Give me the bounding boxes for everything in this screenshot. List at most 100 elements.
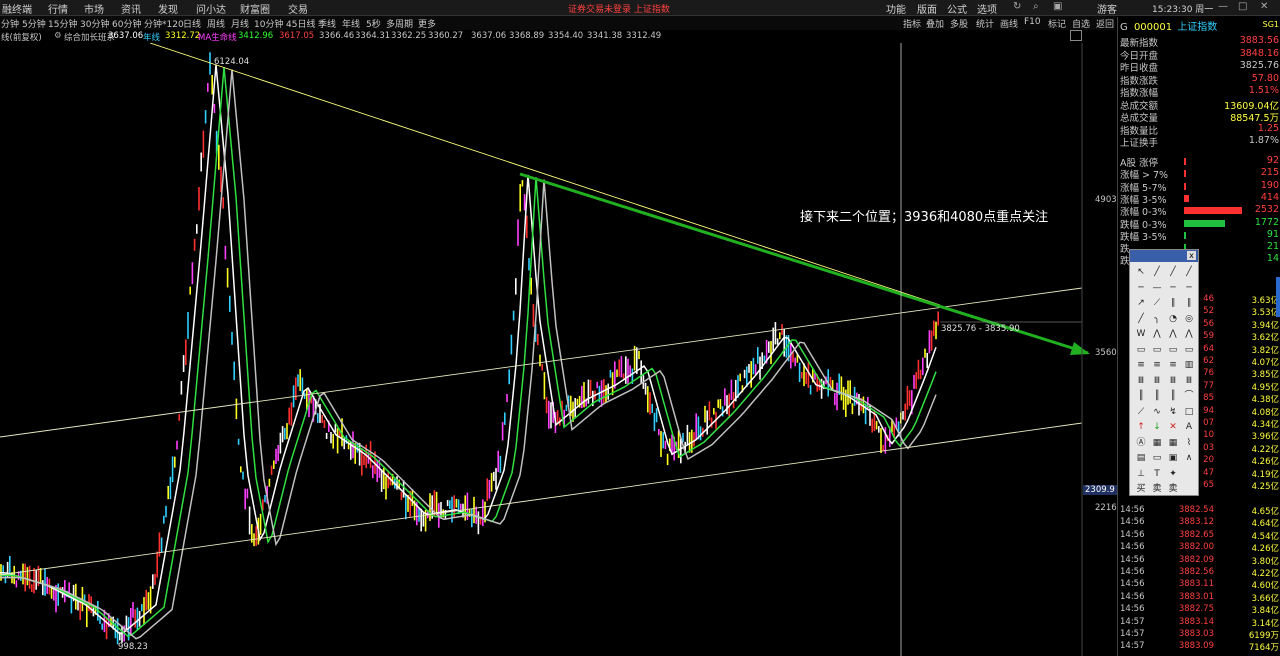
period-day[interactable]: 日线 (183, 17, 201, 30)
draw-tool-icon[interactable]: ▦ (1167, 437, 1179, 449)
draw-tool-icon[interactable]: 买 (1135, 483, 1147, 495)
draw-tool-icon[interactable]: ⋀ (1183, 328, 1195, 340)
draw-tool-icon[interactable]: ⟋ (1135, 406, 1147, 418)
draw-tool-icon[interactable]: Ⅲ (1183, 375, 1195, 387)
draw-tool-icon[interactable]: Ⅲ (1167, 375, 1179, 387)
kline-chart[interactable] (0, 43, 1115, 656)
adjust-mode[interactable]: 线(前复权) (1, 31, 42, 43)
draw-tool-icon[interactable]: A (1183, 421, 1195, 433)
menu-item-function[interactable]: 功能 (886, 1, 906, 16)
menu-item-formula[interactable]: 公式 (947, 1, 967, 16)
draw-tool-icon[interactable]: Ⅲ (1151, 375, 1163, 387)
period-120min[interactable]: 分钟*120 (144, 17, 184, 30)
draw-tool-icon[interactable]: ∧ (1183, 452, 1195, 464)
draw-tool-icon[interactable]: — (1151, 282, 1163, 294)
period-5min[interactable]: 5分钟 (22, 17, 46, 30)
drawing-toolbox[interactable]: x ↖ ╱ ╱ ╱ ─ — ─ ─ ↗ ⟋ ∥ ∥ ╱ ╮ ◔ ◎ W ⋀ ⋀ ⋀ ▭ ▭ ▭ ▭ ≡ ≡ ≡ ▥ Ⅲ Ⅲ Ⅲ Ⅲ ║ ║ ║ ⌒ ⟋ ∿… (1129, 249, 1199, 496)
draw-tool-icon[interactable]: ✕ (1167, 421, 1179, 433)
user-label[interactable]: 游客 (1097, 1, 1117, 16)
draw-tool-icon[interactable]: ↯ (1167, 406, 1179, 418)
draw-tool-icon[interactable]: ▭ (1151, 452, 1163, 464)
draw-tool-icon[interactable]: Ⓐ (1135, 437, 1147, 449)
tab-multi-stock[interactable]: 多股 (950, 17, 968, 30)
draw-tool-icon[interactable]: ↗ (1135, 297, 1147, 309)
draw-tool-icon[interactable]: □ (1183, 406, 1195, 418)
draw-tool-icon[interactable]: ▣ (1167, 452, 1179, 464)
period-multi[interactable]: 多周期 (386, 17, 413, 30)
menu-item-ask[interactable]: 问小达 (196, 1, 226, 16)
draw-tool-icon[interactable]: ⟋ (1151, 297, 1163, 309)
search-icon[interactable]: ⌕ (1033, 1, 1039, 12)
draw-tool-icon[interactable]: ─ (1135, 282, 1147, 294)
draw-tool-icon[interactable]: ↓ (1151, 421, 1163, 433)
draw-tool-icon[interactable]: ↖ (1135, 266, 1147, 278)
period-15min[interactable]: 15分钟 (48, 17, 77, 30)
period-60min[interactable]: 60分钟 (112, 17, 141, 30)
draw-tool-icon[interactable]: ◔ (1167, 313, 1179, 325)
period-week[interactable]: 周线 (207, 17, 225, 30)
draw-tool-icon[interactable] (1183, 468, 1195, 480)
menu-item-layout[interactable]: 版面 (917, 1, 937, 16)
panel-scrollbar[interactable] (1276, 277, 1280, 317)
close-icon[interactable]: ✕ (1260, 1, 1268, 12)
draw-tool-icon[interactable]: ∿ (1151, 406, 1163, 418)
draw-tool-icon[interactable]: ║ (1167, 390, 1179, 402)
period-10min[interactable]: 10分钟 (254, 17, 283, 30)
draw-tool-icon[interactable]: 卖 (1151, 483, 1163, 495)
draw-tool-icon[interactable]: ▭ (1167, 344, 1179, 356)
period-1min[interactable]: 分钟 (1, 17, 19, 30)
tab-stats[interactable]: 统计 (976, 17, 994, 30)
draw-tool-icon[interactable]: ∥ (1167, 297, 1179, 309)
draw-tool-icon[interactable]: ∥ (1183, 297, 1195, 309)
draw-tool-icon[interactable]: ▭ (1183, 344, 1195, 356)
draw-tool-icon[interactable]: ▭ (1135, 344, 1147, 356)
tab-indicator[interactable]: 指标 (903, 17, 921, 30)
gear-icon[interactable]: ⚙ (54, 31, 62, 41)
menu-item-wealth[interactable]: 财富圈 (240, 1, 270, 16)
menu-item-discover[interactable]: 发现 (158, 1, 178, 16)
draw-tool-icon[interactable]: ≡ (1151, 359, 1163, 371)
menu-item-market[interactable]: 市场 (84, 1, 104, 16)
maximize-icon[interactable]: □ (1238, 1, 1247, 12)
tab-watchlist[interactable]: 自选 (1072, 17, 1090, 30)
draw-tool-icon[interactable] (1183, 483, 1195, 495)
draw-tool-icon[interactable]: ║ (1151, 390, 1163, 402)
refresh-icon[interactable]: ↻ (1013, 1, 1021, 12)
draw-tool-icon[interactable]: ⋀ (1151, 328, 1163, 340)
draw-tool-icon[interactable]: ≡ (1167, 359, 1179, 371)
period-more[interactable]: 更多 (418, 17, 436, 30)
minimize-icon[interactable]: — (1218, 1, 1228, 12)
menu-item-quotes[interactable]: 行情 (48, 1, 68, 16)
draw-tool-icon[interactable]: ⋀ (1167, 328, 1179, 340)
draw-tool-icon[interactable]: Ⅲ (1135, 375, 1147, 387)
menu-item-news[interactable]: 资讯 (121, 1, 141, 16)
draw-tool-icon[interactable]: W (1135, 328, 1147, 340)
tab-overlay[interactable]: 叠加 (926, 17, 944, 30)
toolbox-titlebar[interactable]: x (1130, 250, 1198, 262)
tab-mark[interactable]: 标记 (1048, 17, 1066, 30)
tab-f10[interactable]: F10 (1024, 17, 1041, 27)
period-30min[interactable]: 30分钟 (80, 17, 109, 30)
draw-tool-icon[interactable]: ⌇ (1183, 437, 1195, 449)
collapse-button[interactable] (1070, 30, 1082, 41)
draw-tool-icon[interactable]: ✦ (1167, 468, 1179, 480)
draw-tool-icon[interactable]: ─ (1183, 282, 1195, 294)
draw-tool-icon[interactable]: ▤ (1135, 452, 1147, 464)
period-year[interactable]: 年线 (342, 17, 360, 30)
draw-tool-icon[interactable]: ╱ (1167, 266, 1179, 278)
menu-item-terminal[interactable]: 融终端 (2, 1, 32, 16)
draw-tool-icon[interactable]: ▭ (1151, 344, 1163, 356)
menu-item-options[interactable]: 选项 (977, 1, 997, 16)
period-quarter[interactable]: 季线 (318, 17, 336, 30)
lock-icon[interactable]: ▣ (1053, 1, 1062, 12)
draw-tool-icon[interactable]: ▥ (1183, 359, 1195, 371)
draw-tool-icon[interactable]: ╱ (1183, 266, 1195, 278)
tab-back[interactable]: 返回 (1096, 17, 1114, 30)
period-month[interactable]: 月线 (231, 17, 249, 30)
draw-tool-icon[interactable]: ↑ (1135, 421, 1147, 433)
login-notice[interactable]: 证券交易未登录 上证指数 (568, 2, 670, 15)
draw-tool-icon[interactable]: ║ (1135, 390, 1147, 402)
draw-tool-icon[interactable]: ╱ (1151, 266, 1163, 278)
draw-tool-icon[interactable]: ⌒ (1183, 390, 1195, 402)
tab-draw[interactable]: 画线 (1000, 17, 1018, 30)
